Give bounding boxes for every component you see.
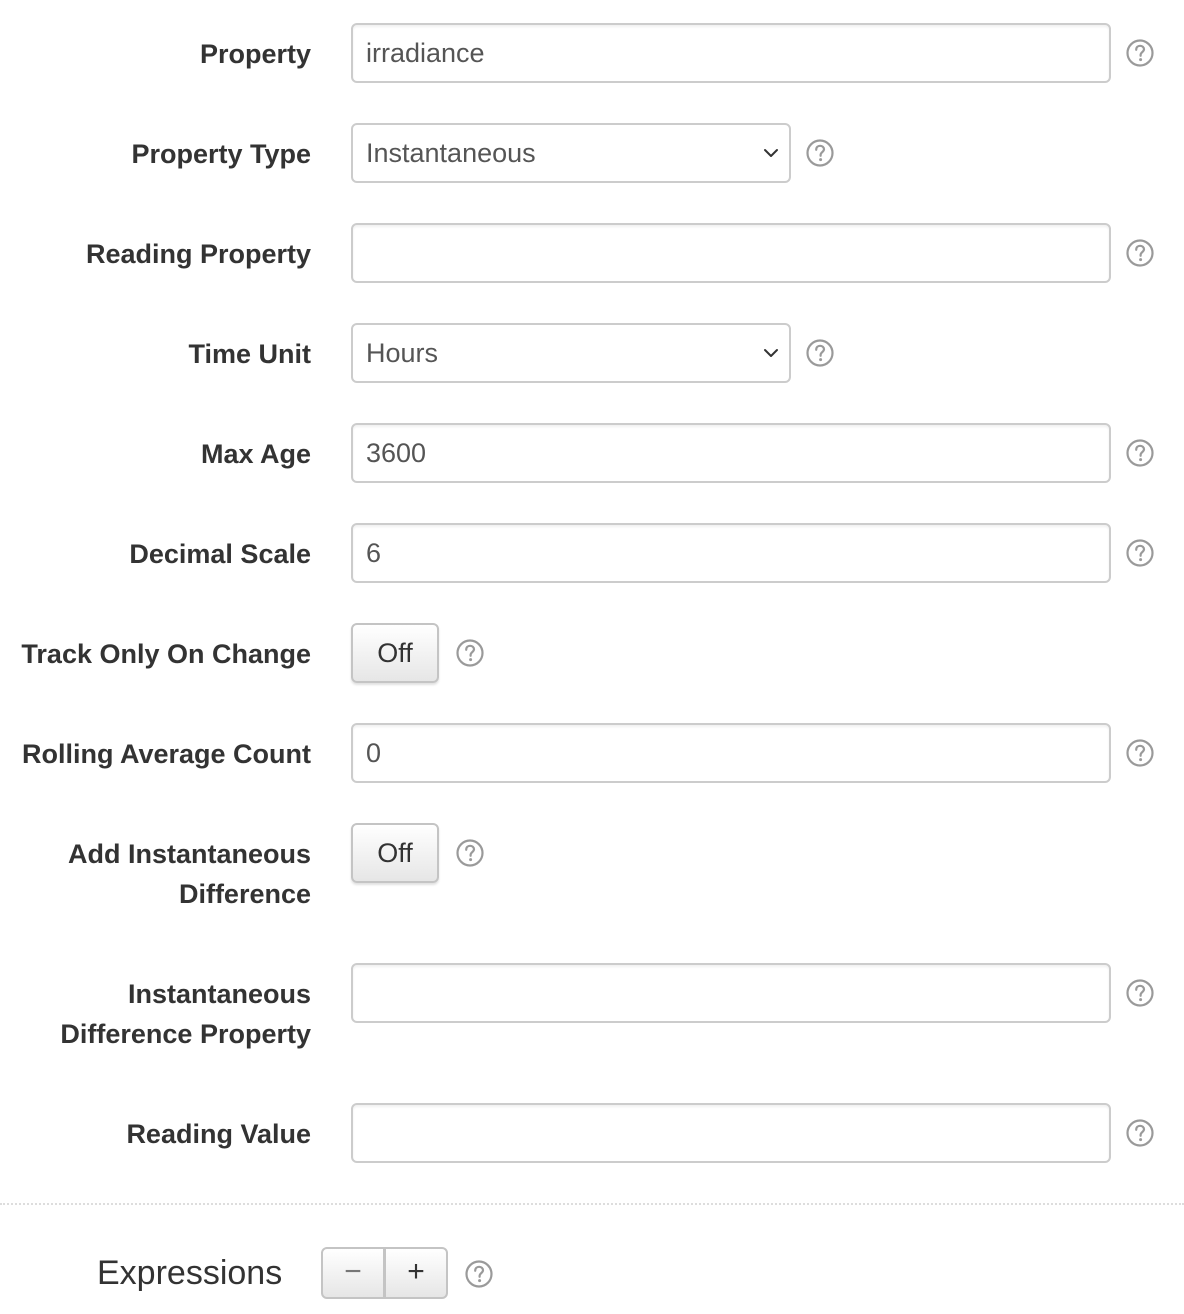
add-expression-button[interactable]: + — [384, 1247, 448, 1299]
help-icon[interactable] — [1125, 738, 1155, 768]
add-instantaneous-difference-label: Add Instantaneous Difference — [0, 834, 311, 914]
instantaneous-difference-property-input[interactable] — [351, 963, 1111, 1023]
property-type-select[interactable]: Instantaneous — [351, 123, 791, 183]
instantaneous-difference-property-label-line2: Difference Property — [60, 1019, 311, 1049]
help-icon[interactable] — [1125, 238, 1155, 268]
max-age-label: Max Age — [200, 439, 311, 469]
help-icon[interactable] — [805, 338, 835, 368]
track-only-on-change-toggle[interactable]: Off — [351, 623, 439, 683]
add-instantaneous-difference-label-line2: Difference — [178, 879, 311, 909]
help-icon[interactable] — [455, 638, 485, 668]
time-unit-value: Hours — [366, 338, 439, 368]
max-age-input[interactable] — [351, 423, 1111, 483]
chevron-down-icon — [763, 145, 779, 161]
instantaneous-difference-property-label: Instantaneous Difference Property — [0, 974, 311, 1054]
help-icon[interactable] — [1125, 1118, 1155, 1148]
rolling-average-count-input[interactable] — [351, 723, 1111, 783]
property-type-value: Instantaneous — [366, 138, 536, 168]
expressions-title: Expressions — [97, 1254, 283, 1292]
decimal-scale-label: Decimal Scale — [129, 539, 311, 569]
rolling-average-count-label: Rolling Average Count — [21, 739, 311, 769]
property-input[interactable] — [351, 23, 1111, 83]
remove-expression-button[interactable]: − — [321, 1247, 385, 1299]
reading-value-input[interactable] — [351, 1103, 1111, 1163]
help-icon[interactable] — [1125, 438, 1155, 468]
help-icon[interactable] — [805, 138, 835, 168]
add-instantaneous-difference-label-line1: Add Instantaneous — [67, 839, 311, 869]
instantaneous-difference-property-label-line1: Instantaneous — [127, 979, 311, 1009]
help-icon[interactable] — [455, 838, 485, 868]
reading-value-label: Reading Value — [126, 1119, 311, 1149]
section-divider — [0, 1203, 1184, 1205]
reading-property-input[interactable] — [351, 223, 1111, 283]
help-icon[interactable] — [464, 1259, 494, 1289]
time-unit-label: Time Unit — [188, 339, 311, 369]
add-instantaneous-difference-toggle[interactable]: Off — [351, 823, 439, 883]
chevron-down-icon — [763, 345, 779, 361]
decimal-scale-input[interactable] — [351, 523, 1111, 583]
help-icon[interactable] — [1125, 38, 1155, 68]
help-icon[interactable] — [1125, 538, 1155, 568]
track-only-on-change-label: Track Only On Change — [21, 639, 311, 669]
time-unit-select[interactable]: Hours — [351, 323, 791, 383]
help-icon[interactable] — [1125, 978, 1155, 1008]
property-type-label: Property Type — [131, 139, 311, 169]
reading-property-label: Reading Property — [85, 239, 311, 269]
property-label: Property — [199, 39, 311, 69]
